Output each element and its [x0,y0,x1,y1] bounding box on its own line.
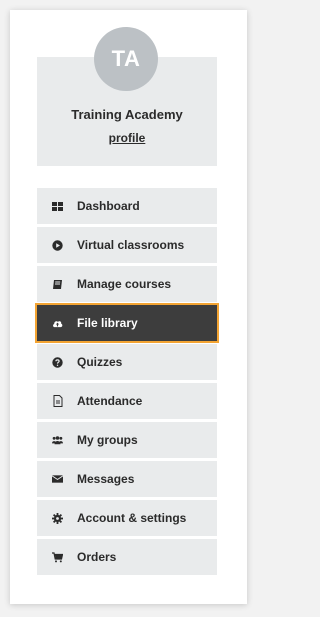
sidebar-item-label: Orders [77,550,117,564]
sidebar-item-account-settings[interactable]: Account & settings [37,500,217,536]
cloud-upload-icon [52,318,63,329]
sidebar-item-label: Attendance [77,394,143,408]
document-icon [52,395,63,407]
sidebar-item-quizzes[interactable]: Quizzes [37,344,217,380]
sidebar-item-label: Account & settings [77,511,187,525]
sidebar-item-label: Quizzes [77,355,123,369]
sidebar-item-label: Virtual classrooms [77,238,185,252]
sidebar-item-file-library[interactable]: File library [35,303,219,343]
sidebar-item-virtual-classrooms[interactable]: Virtual classrooms [37,227,217,263]
sidebar-item-my-groups[interactable]: My groups [37,422,217,458]
sidebar-item-label: My groups [77,433,138,447]
sidebar-menu: Dashboard Virtual classrooms Manage cour… [35,188,219,578]
envelope-icon [52,474,63,485]
profile-link[interactable]: profile [37,131,217,145]
sidebar-item-label: Dashboard [77,199,140,213]
org-name: Training Academy [71,107,183,122]
sidebar-item-label: Messages [77,472,135,486]
sidebar-item-label: Manage courses [77,277,172,291]
avatar-initials: TA [111,46,141,71]
users-icon [52,435,63,446]
sidebar-item-orders[interactable]: Orders [37,539,217,575]
book-icon [52,279,63,290]
sidebar-item-dashboard[interactable]: Dashboard [37,188,217,224]
cart-icon [52,551,63,563]
gear-icon [52,512,63,524]
sidebar-card: TA Training Academy profile Dashboard Vi… [10,10,247,604]
question-circle-icon [52,356,63,368]
sidebar-item-manage-courses[interactable]: Manage courses [37,266,217,302]
sidebar-item-attendance[interactable]: Attendance [37,383,217,419]
avatar: TA [94,27,158,91]
sidebar-item-label: File library [77,316,138,330]
sidebar-item-messages[interactable]: Messages [37,461,217,497]
play-circle-icon [52,239,63,251]
grid-icon [52,201,63,212]
